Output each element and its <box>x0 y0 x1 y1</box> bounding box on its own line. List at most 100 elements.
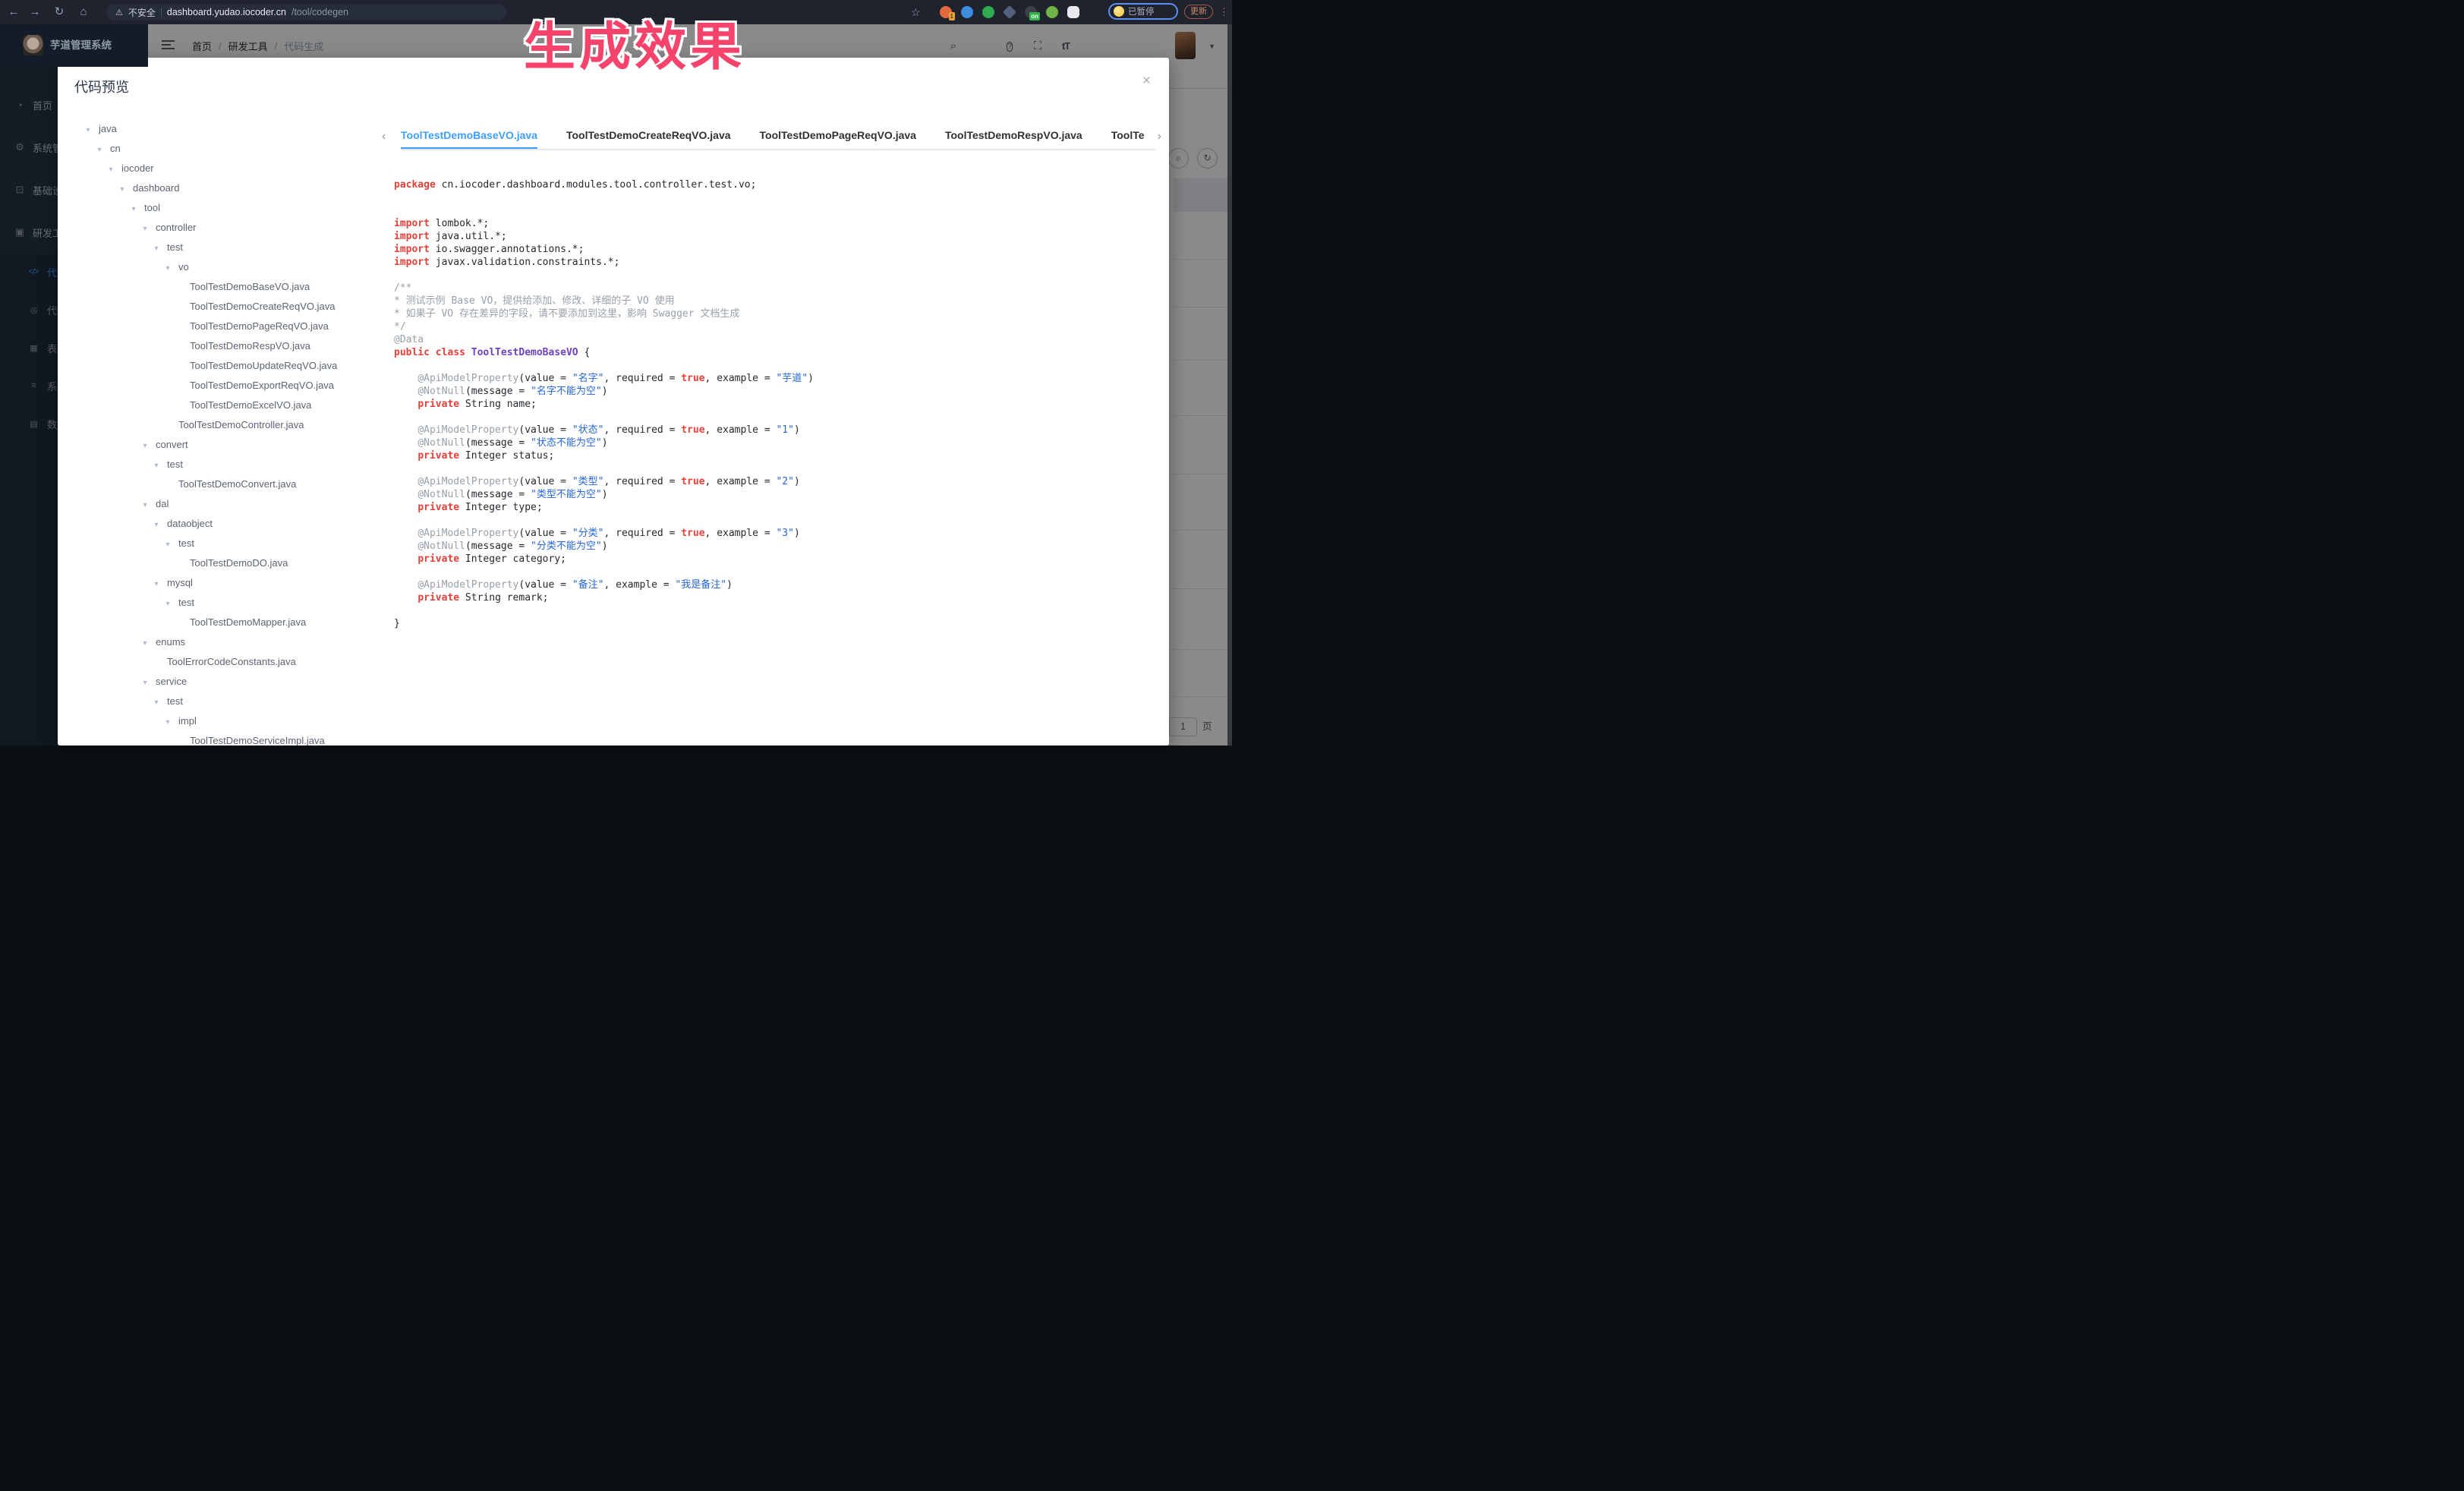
back-icon[interactable]: ← <box>5 0 23 24</box>
update-browser-button[interactable]: 更新 <box>1184 5 1213 19</box>
caret-down-icon[interactable]: ▾ <box>140 634 150 654</box>
tree-node[interactable]: ▾ToolTestDemoController.java <box>58 415 384 435</box>
caret-down-icon[interactable]: ▾ <box>83 121 93 140</box>
tree-node[interactable]: ▾ToolTestDemoServiceImpl.java <box>58 731 384 746</box>
tree-node-label[interactable]: ToolTestDemoExcelVO.java <box>190 399 311 411</box>
tree-node[interactable]: ▾ToolTestDemoDO.java <box>58 553 384 573</box>
tree-node-label[interactable]: test <box>178 597 194 608</box>
tree-node-label[interactable]: dashboard <box>133 182 179 194</box>
tree-node-label[interactable]: test <box>167 695 183 707</box>
caret-down-icon[interactable]: ▾ <box>162 713 173 733</box>
browser-menu-icon[interactable]: ⋮ <box>1219 0 1229 24</box>
extension-green-check[interactable] <box>982 6 994 18</box>
tree-node-label[interactable]: ToolTestDemoDO.java <box>190 557 288 569</box>
extension-leaf[interactable] <box>1046 6 1058 18</box>
tab[interactable]: ToolTe <box>1111 125 1145 149</box>
caret-down-icon[interactable]: ▾ <box>140 496 150 515</box>
extension-orange[interactable]: 1 <box>940 6 952 18</box>
tree-node[interactable]: ▾ToolTestDemoConvert.java <box>58 474 384 494</box>
tree-node[interactable]: ▾test <box>58 455 384 474</box>
tree-node-label[interactable]: test <box>167 241 183 253</box>
tabs-next-icon[interactable]: › <box>1158 130 1161 143</box>
tree-node[interactable]: ▾ iocoder <box>58 159 384 178</box>
forward-icon[interactable]: → <box>26 0 44 24</box>
caret-down-icon[interactable]: ▾ <box>117 180 128 200</box>
address-bar[interactable]: ⚠ 不安全 dashboard.yudao.iocoder.cn/tool/co… <box>106 4 506 20</box>
tree-node-label[interactable]: ToolTestDemoConvert.java <box>178 478 296 490</box>
tree-node[interactable]: ▾ dashboard <box>58 178 384 198</box>
tree-node-label[interactable]: ToolTestDemoPageReqVO.java <box>190 320 329 332</box>
tree-node-label[interactable]: service <box>156 676 187 687</box>
caret-down-icon[interactable]: ▾ <box>151 239 162 259</box>
tree-node-label[interactable]: dataobject <box>167 518 213 529</box>
tree-node-label[interactable]: test <box>178 537 194 549</box>
tree-node[interactable]: ▾java <box>58 119 384 139</box>
close-icon[interactable]: × <box>1142 73 1151 90</box>
caret-down-icon[interactable]: ▾ <box>151 456 162 476</box>
tree-node[interactable]: ▾ service <box>58 672 384 692</box>
tree-node-label[interactable]: iocoder <box>121 162 154 174</box>
tree-node[interactable]: ▾controller <box>58 218 384 238</box>
tree-node-label[interactable]: vo <box>178 261 189 273</box>
tree-node[interactable]: ▾ impl <box>58 711 384 731</box>
tree-node-label[interactable]: enums <box>156 636 185 648</box>
tree-node[interactable]: ▾ToolTestDemoUpdateReqVO.java <box>58 356 384 376</box>
tab[interactable]: ToolTestDemoPageReqVO.java <box>760 125 916 149</box>
tree-node-label[interactable]: convert <box>156 439 188 450</box>
tab[interactable]: ToolTestDemoCreateReqVO.java <box>566 125 731 149</box>
tree-node-label[interactable]: ToolErrorCodeConstants.java <box>167 656 296 667</box>
tree-node[interactable]: ▾ enums <box>58 632 384 652</box>
tree-node[interactable]: ▾ToolTestDemoMapper.java <box>58 613 384 632</box>
tree-node-label[interactable]: ToolTestDemoServiceImpl.java <box>190 735 325 746</box>
tree-node-label[interactable]: ToolTestDemoExportReqVO.java <box>190 380 334 391</box>
tree-node[interactable]: ▾ToolTestDemoExportReqVO.java <box>58 376 384 396</box>
tree-node[interactable]: ▾ test <box>58 534 384 553</box>
tree-node[interactable]: ▾ tool <box>58 198 384 218</box>
tree-node[interactable]: ▾mysql <box>58 573 384 593</box>
caret-down-icon[interactable]: ▾ <box>128 200 139 219</box>
caret-down-icon[interactable]: ▾ <box>151 575 162 594</box>
tree-node-label[interactable]: tool <box>144 202 160 213</box>
tree-node[interactable]: ▾ToolTestDemoBaseVO.java <box>58 277 384 297</box>
extension-diamond[interactable] <box>1003 5 1016 19</box>
tree-node-label[interactable]: dal <box>156 498 169 509</box>
tabs-prev-icon[interactable]: ‹ <box>382 130 386 143</box>
tree-node-label[interactable]: ToolTestDemoMapper.java <box>190 616 306 628</box>
tree-node-label[interactable]: impl <box>178 715 197 727</box>
tree-node[interactable]: ▾ToolTestDemoExcelVO.java <box>58 396 384 415</box>
caret-down-icon[interactable]: ▾ <box>162 259 173 279</box>
tree-node[interactable]: ▾ToolTestDemoCreateReqVO.java <box>58 297 384 317</box>
tab[interactable]: ToolTestDemoRespVO.java <box>945 125 1082 149</box>
tree-node[interactable]: ▾ test <box>58 593 384 613</box>
caret-down-icon[interactable]: ▾ <box>140 673 150 693</box>
caret-down-icon[interactable]: ▾ <box>162 535 173 555</box>
tree-node[interactable]: ▾ dataobject <box>58 514 384 534</box>
tree-node-label[interactable]: ToolTestDemoCreateReqVO.java <box>190 301 335 312</box>
tree-node[interactable]: ▾ToolErrorCodeConstants.java <box>58 652 384 672</box>
tree-node[interactable]: ▾convert <box>58 435 384 455</box>
caret-down-icon[interactable]: ▾ <box>140 219 150 239</box>
extension-puzzle[interactable] <box>1067 6 1079 18</box>
tree-node[interactable]: ▾ToolTestDemoPageReqVO.java <box>58 317 384 336</box>
app-logo[interactable] <box>23 35 43 55</box>
tree-node[interactable]: ▾ test <box>58 692 384 711</box>
tree-node[interactable]: ▾cn <box>58 139 384 159</box>
tab[interactable]: ToolTestDemoBaseVO.java <box>401 125 537 149</box>
tree-node[interactable]: ▾ dal <box>58 494 384 514</box>
tree-node[interactable]: ▾ test <box>58 238 384 257</box>
tree-node-label[interactable]: ToolTestDemoUpdateReqVO.java <box>190 360 337 371</box>
tree-node-label[interactable]: cn <box>110 143 121 154</box>
page-scrollbar[interactable] <box>1227 24 1232 746</box>
paused-extension-button[interactable]: 已暂停 <box>1108 3 1178 20</box>
caret-down-icon[interactable]: ▾ <box>106 160 116 180</box>
code-viewer[interactable]: package cn.iocoder.dashboard.modules.too… <box>394 178 1164 746</box>
tree-node[interactable]: ▾ToolTestDemoRespVO.java <box>58 336 384 356</box>
caret-down-icon[interactable]: ▾ <box>151 693 162 713</box>
caret-down-icon[interactable]: ▾ <box>151 515 162 535</box>
bookmark-star-icon[interactable]: ☆ <box>911 0 921 24</box>
reload-icon[interactable]: ↻ <box>50 0 68 24</box>
tree-node-label[interactable]: ToolTestDemoRespVO.java <box>190 340 310 351</box>
url-host[interactable]: dashboard.yudao.iocoder.cn <box>167 7 286 17</box>
tree-node[interactable]: ▾ vo <box>58 257 384 277</box>
caret-down-icon[interactable]: ▾ <box>162 594 173 614</box>
